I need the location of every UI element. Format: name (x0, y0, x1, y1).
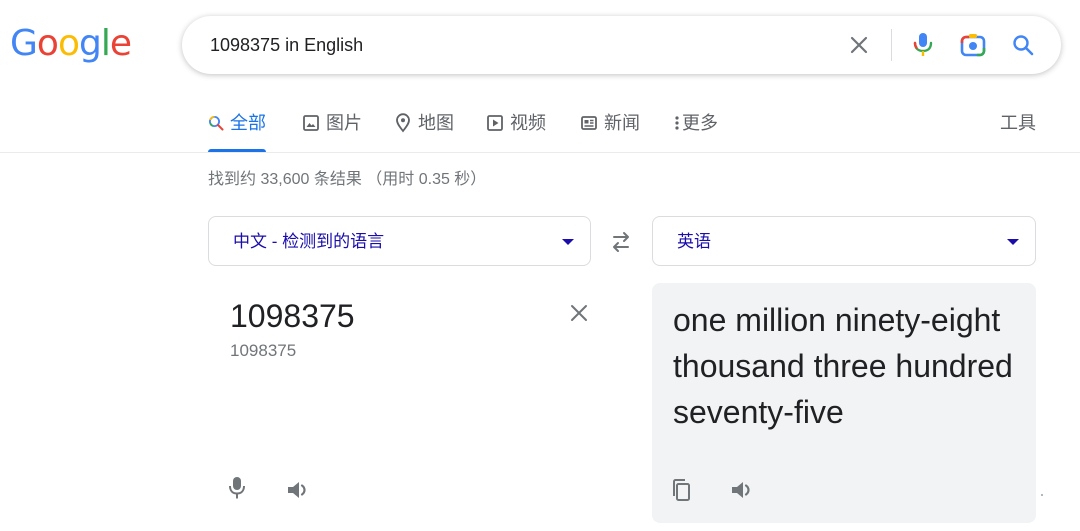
image-icon (302, 110, 320, 136)
search-icon (208, 110, 224, 136)
logo-letter: l (100, 23, 111, 64)
target-language-label: 英语 (677, 232, 711, 251)
close-icon[interactable] (844, 30, 874, 60)
tab-label: 地图 (418, 113, 454, 133)
search-tabs: 全部 图片 地图 视频 新闻 更多 (208, 110, 1038, 152)
panel-corner-marker (1041, 494, 1043, 496)
translation-output-panel: one million ninety-eight thousand three … (652, 283, 1036, 523)
logo-letter: o (36, 23, 59, 64)
play-icon (486, 110, 504, 136)
chevron-down-icon (1007, 239, 1019, 245)
speaker-icon[interactable] (283, 475, 313, 505)
tab-label: 全部 (230, 113, 266, 133)
tab-label: 视频 (510, 113, 546, 133)
tab-label: 更多 (682, 113, 718, 133)
map-pin-icon (394, 110, 412, 136)
target-language-select[interactable]: 英语 (652, 216, 1036, 266)
copy-icon[interactable] (666, 475, 696, 505)
more-vertical-icon (674, 110, 680, 136)
tab-all[interactable]: 全部 (208, 110, 266, 152)
source-language-label: 中文 - 检测到的语言 (233, 232, 385, 251)
tab-label: 图片 (326, 113, 362, 133)
speaker-icon[interactable] (727, 475, 757, 505)
news-icon (580, 110, 598, 136)
tab-label: 新闻 (604, 113, 640, 133)
google-logo[interactable]: Google (10, 23, 132, 64)
search-results-page: Google 1098375 in English 全部 图片 地图 视频 新闻… (0, 0, 1080, 531)
search-divider (891, 29, 892, 61)
tab-more[interactable]: 更多 (674, 110, 718, 152)
logo-letter: g (78, 23, 102, 64)
search-icon[interactable] (1008, 30, 1038, 60)
tab-maps[interactable]: 地图 (394, 110, 454, 152)
source-transliteration: 1098375 (230, 341, 297, 360)
tabs-divider (0, 152, 1080, 153)
logo-letter: o (57, 23, 80, 64)
chevron-down-icon (562, 239, 574, 245)
search-input[interactable] (210, 33, 810, 57)
close-icon[interactable] (566, 300, 592, 326)
source-language-select[interactable]: 中文 - 检测到的语言 (208, 216, 591, 266)
logo-letter: e (109, 23, 132, 64)
tab-news[interactable]: 新闻 (580, 110, 640, 152)
tools-button[interactable]: 工具 (1000, 110, 1036, 136)
microphone-icon[interactable] (222, 473, 252, 503)
camera-icon[interactable] (958, 30, 988, 60)
tab-images[interactable]: 图片 (302, 110, 362, 152)
tab-videos[interactable]: 视频 (486, 110, 546, 152)
microphone-icon[interactable] (908, 30, 938, 60)
translation-output-text: one million ninety-eight thousand three … (673, 302, 1013, 430)
search-box (182, 16, 1061, 74)
logo-letter: G (10, 23, 38, 64)
swap-languages-icon[interactable] (606, 228, 636, 256)
source-text-input[interactable]: 1098375 (230, 296, 355, 336)
result-stats: 找到约 33,600 条结果 （用时 0.35 秒） (208, 171, 487, 188)
